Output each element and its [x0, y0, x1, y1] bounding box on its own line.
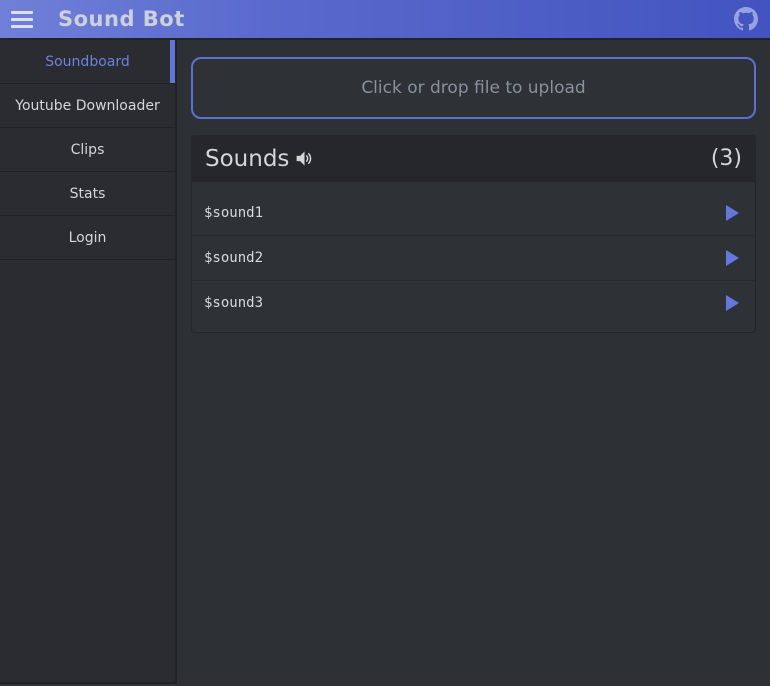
- sidebar-item-label: Clips: [71, 142, 105, 158]
- sidebar: Soundboard Youtube Downloader Clips Stat…: [0, 40, 177, 684]
- play-icon: [726, 205, 739, 221]
- upload-label: Click or drop file to upload: [361, 78, 585, 98]
- main-content: Click or drop file to upload Sounds (3) …: [177, 40, 770, 684]
- menu-button[interactable]: [0, 0, 33, 38]
- play-icon: [726, 295, 739, 311]
- sound-name: $sound2: [204, 250, 263, 266]
- sound-row: $sound3: [192, 280, 755, 325]
- speaker-icon: [294, 148, 315, 169]
- sidebar-item-soundboard[interactable]: Soundboard: [0, 40, 175, 84]
- sound-row: $sound1: [192, 190, 755, 235]
- active-indicator: [170, 40, 175, 83]
- sidebar-item-label: Soundboard: [45, 54, 130, 70]
- sidebar-item-label: Stats: [70, 186, 106, 202]
- upload-dropzone[interactable]: Click or drop file to upload: [191, 57, 756, 119]
- sidebar-item-clips[interactable]: Clips: [0, 128, 175, 172]
- layout: Soundboard Youtube Downloader Clips Stat…: [0, 40, 770, 684]
- app-title: Sound Bot: [58, 7, 185, 31]
- sounds-list: $sound1 $sound2 $sound3: [192, 182, 755, 332]
- play-button[interactable]: [722, 248, 743, 268]
- sounds-panel-header: Sounds (3): [192, 136, 755, 182]
- sounds-panel: Sounds (3) $sound1 $sound2: [191, 135, 756, 333]
- sounds-count: (3): [711, 146, 742, 171]
- play-button[interactable]: [722, 203, 743, 223]
- play-icon: [726, 250, 739, 266]
- sound-row: $sound2: [192, 235, 755, 280]
- play-button[interactable]: [722, 293, 743, 313]
- sidebar-item-label: Login: [69, 230, 107, 246]
- github-icon: [734, 7, 758, 31]
- sidebar-item-label: Youtube Downloader: [15, 98, 159, 114]
- app-header: Sound Bot: [0, 0, 770, 40]
- sidebar-item-login[interactable]: Login: [0, 216, 175, 260]
- sounds-title: Sounds: [205, 146, 289, 172]
- sidebar-item-youtube-downloader[interactable]: Youtube Downloader: [0, 84, 175, 128]
- github-link[interactable]: [734, 7, 758, 31]
- sidebar-item-stats[interactable]: Stats: [0, 172, 175, 216]
- sound-name: $sound1: [204, 205, 263, 221]
- sound-name: $sound3: [204, 295, 263, 311]
